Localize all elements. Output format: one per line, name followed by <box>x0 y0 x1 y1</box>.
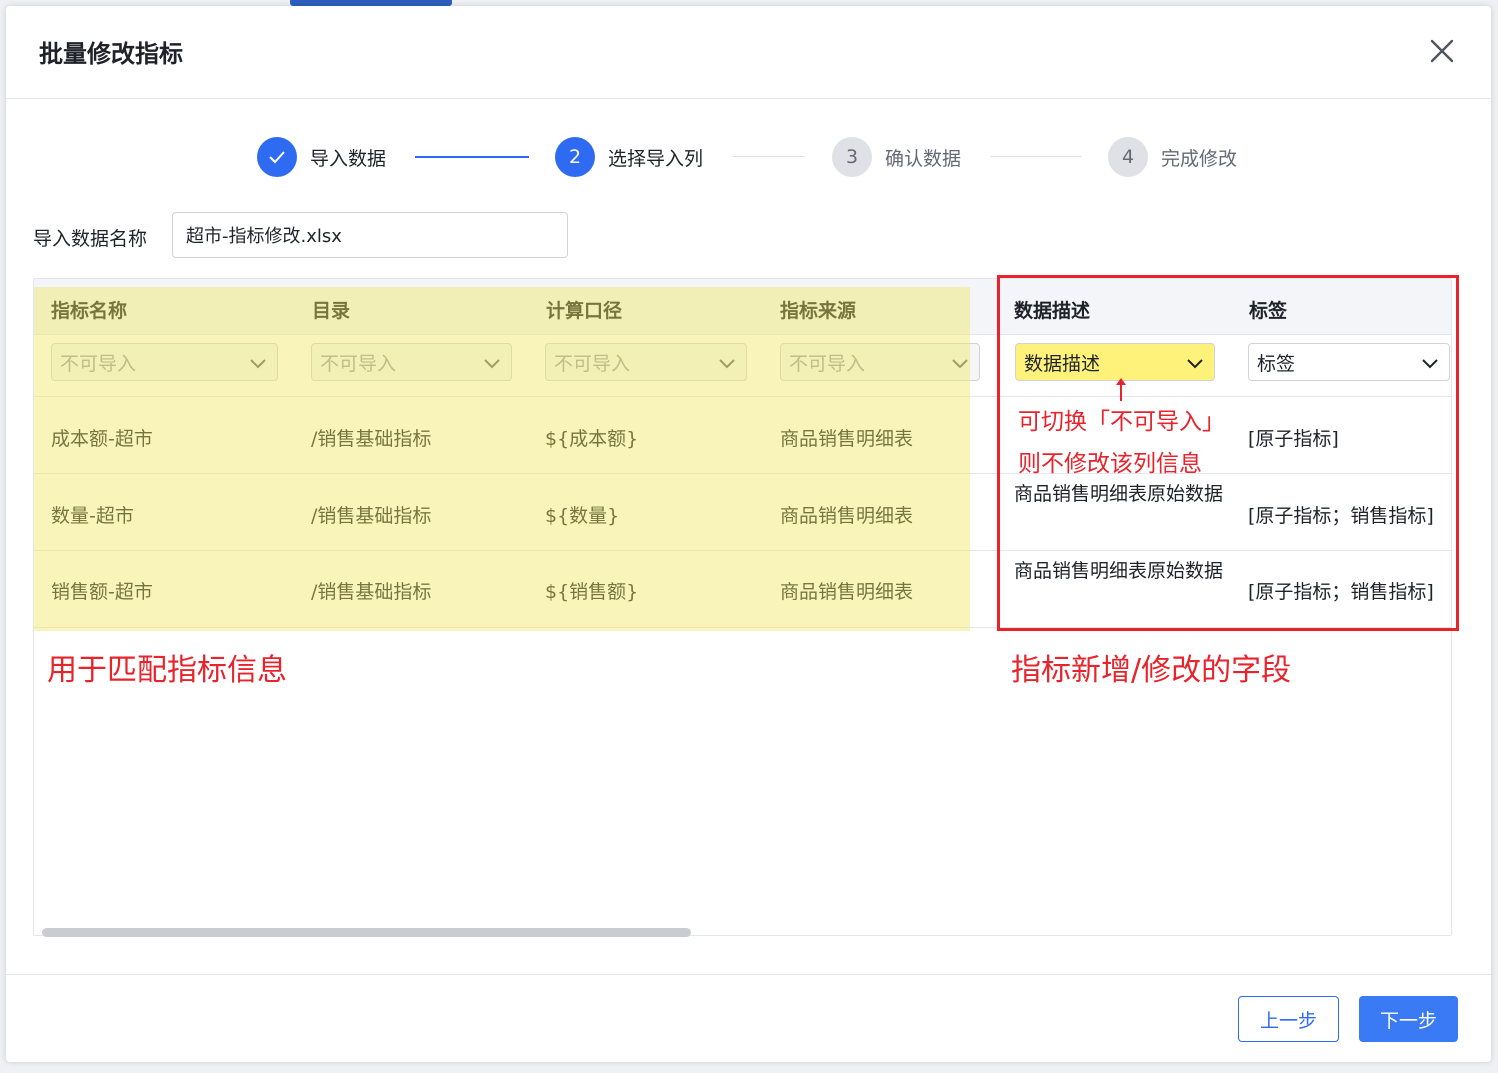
row-divider <box>34 550 1451 551</box>
select-value: 不可导入 <box>789 352 866 375</box>
footer-divider <box>6 974 1491 975</box>
check-icon <box>257 137 297 177</box>
table-cell: [原子指标] <box>1248 428 1339 450</box>
scrollbar-thumb[interactable] <box>42 928 691 937</box>
col-header-formula: 计算口径 <box>546 300 623 322</box>
table-cell: 销售额-超市 <box>51 581 153 603</box>
dialog-header: 批量修改指标 <box>6 6 1491 99</box>
table-cell: ${销售额} <box>545 581 639 603</box>
step-indicator: 导入数据 2 选择导入列 3 确认数据 4 完成修改 <box>0 137 1498 183</box>
step-connector <box>415 156 529 158</box>
dialog-title: 批量修改指标 <box>39 40 183 68</box>
match-fields-note: 用于匹配指标信息 <box>47 653 287 688</box>
select-catalog-column[interactable]: 不可导入 <box>311 343 512 381</box>
table-cell: /销售基础指标 <box>311 581 432 603</box>
step-label: 导入数据 <box>310 147 387 170</box>
switch-note-line1: 可切换「不可导入」 <box>1018 409 1225 435</box>
step-label: 确认数据 <box>885 147 962 170</box>
row-divider <box>34 627 1451 628</box>
select-value: 不可导入 <box>554 352 631 375</box>
step-label: 选择导入列 <box>608 147 704 170</box>
table-cell: ${数量} <box>545 505 620 527</box>
select-value: 数据描述 <box>1024 352 1101 375</box>
table-cell: /销售基础指标 <box>311 505 432 527</box>
col-header-source: 指标来源 <box>780 300 857 322</box>
annotation-arrow-icon <box>1116 378 1126 401</box>
column-mapping-table: 指标名称 目录 计算口径 指标来源 数据描述 标签 不可导入 不可导入 不可导入… <box>33 278 1452 936</box>
col-header-tags: 标签 <box>1249 300 1288 322</box>
chevron-down-icon <box>952 359 968 369</box>
select-description-column[interactable]: 数据描述 <box>1015 343 1215 381</box>
table-cell: [原子指标；销售指标] <box>1248 505 1434 527</box>
col-header-catalog: 目录 <box>312 300 351 322</box>
import-name-label: 导入数据名称 <box>33 228 148 250</box>
col-header-name: 指标名称 <box>51 300 128 322</box>
select-value: 不可导入 <box>60 352 137 375</box>
step-connector <box>733 156 805 157</box>
select-formula-column[interactable]: 不可导入 <box>545 343 747 381</box>
step-number: 2 <box>555 137 595 177</box>
select-value: 不可导入 <box>320 352 397 375</box>
select-source-column[interactable]: 不可导入 <box>780 343 980 381</box>
chevron-down-icon <box>484 359 500 369</box>
step-number: 4 <box>1108 137 1148 177</box>
table-cell: [原子指标；销售指标] <box>1248 581 1434 603</box>
switch-note-line2: 则不修改该列信息 <box>1018 451 1202 477</box>
table-cell: 商品销售明细表原始数据 <box>1014 560 1224 582</box>
table-cell: /销售基础指标 <box>311 428 432 450</box>
select-tags-column[interactable]: 标签 <box>1248 343 1450 381</box>
col-header-description: 数据描述 <box>1014 300 1091 322</box>
step-finish: 4 完成修改 <box>1108 137 1237 177</box>
chevron-down-icon <box>250 359 266 369</box>
edit-fields-note: 指标新增/修改的字段 <box>1011 653 1292 688</box>
select-name-column[interactable]: 不可导入 <box>51 343 278 381</box>
row-divider <box>34 396 1451 397</box>
select-value: 标签 <box>1257 352 1296 375</box>
step-confirm-data: 3 确认数据 <box>832 137 961 177</box>
table-cell: ${成本额} <box>545 428 639 450</box>
next-step-button[interactable]: 下一步 <box>1359 996 1458 1042</box>
step-connector <box>990 156 1082 157</box>
table-cell: 数量-超市 <box>51 505 134 527</box>
table-cell: 商品销售明细表原始数据 <box>1014 483 1224 505</box>
table-cell: 商品销售明细表 <box>780 428 914 450</box>
row-divider <box>34 473 1451 474</box>
prev-step-button[interactable]: 上一步 <box>1238 996 1339 1042</box>
table-cell: 成本额-超市 <box>51 428 153 450</box>
step-import-data: 导入数据 <box>257 137 386 177</box>
table-cell: 商品销售明细表 <box>780 581 914 603</box>
chevron-down-icon <box>1187 359 1203 369</box>
chevron-down-icon <box>719 359 735 369</box>
table-header <box>34 279 1451 335</box>
step-number: 3 <box>832 137 872 177</box>
table-cell: 商品销售明细表 <box>780 505 914 527</box>
step-select-columns: 2 选择导入列 <box>555 137 703 177</box>
step-label: 完成修改 <box>1161 147 1238 170</box>
chevron-down-icon <box>1422 359 1438 369</box>
close-icon[interactable] <box>1429 38 1455 64</box>
import-name-field[interactable]: 超市-指标修改.xlsx <box>172 212 568 258</box>
